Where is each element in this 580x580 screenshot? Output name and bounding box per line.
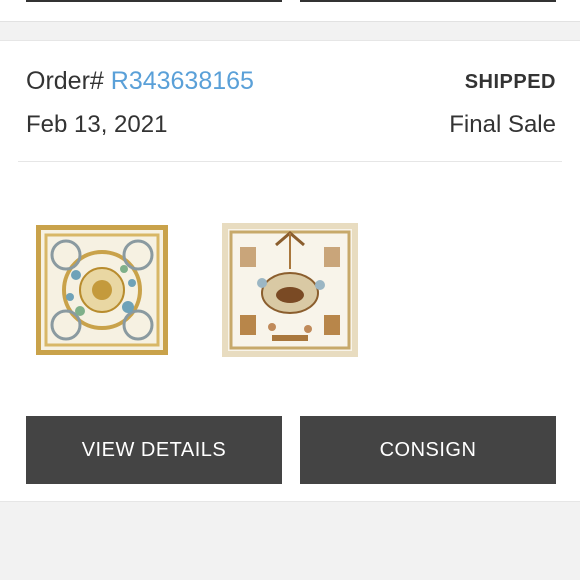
order-number-link[interactable]: R343638165 (111, 67, 254, 95)
product-thumbnail-scarf-1[interactable] (36, 225, 168, 355)
order-card: Order# R343638165 SHIPPED Feb 13, 2021 F… (0, 40, 580, 502)
product-thumbnail-scarf-2[interactable] (222, 223, 358, 357)
previous-button-edge-left[interactable] (26, 0, 282, 2)
consign-button[interactable]: CONSIGN (300, 416, 556, 484)
view-details-button[interactable]: VIEW DETAILS (26, 416, 282, 484)
order-label: Order# (26, 67, 111, 95)
divider (18, 161, 562, 162)
previous-card-bottom (0, 0, 580, 22)
previous-button-edge-right[interactable] (300, 0, 556, 2)
sale-type: Final Sale (449, 111, 556, 138)
order-status: SHIPPED (464, 71, 556, 93)
order-header: Order# R343638165 SHIPPED (26, 67, 556, 97)
order-meta: Feb 13, 2021 Final Sale (26, 111, 556, 141)
order-label-group: Order# R343638165 (26, 67, 254, 96)
order-date: Feb 13, 2021 (26, 111, 168, 138)
